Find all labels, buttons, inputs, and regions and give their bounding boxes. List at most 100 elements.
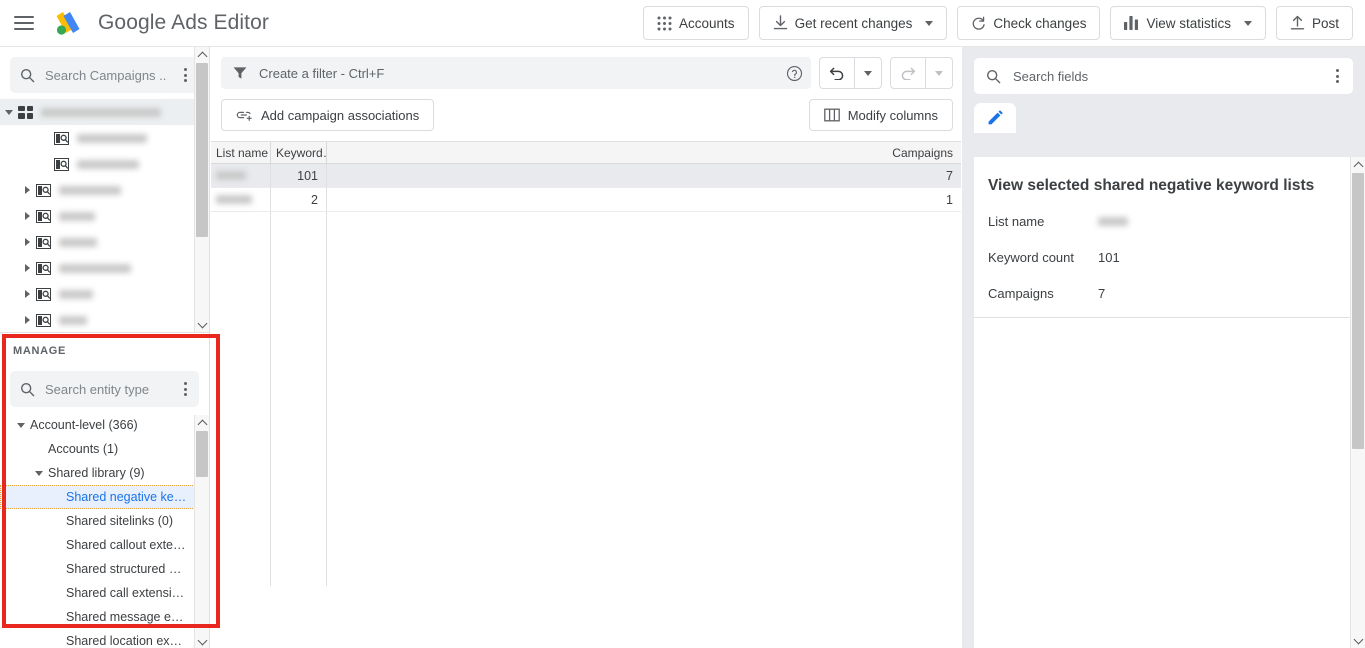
entity-type-label: Shared negative ke…	[66, 490, 187, 504]
tree-item[interactable]	[0, 307, 209, 332]
entity-type-item[interactable]: Shared location ex…	[0, 629, 209, 648]
post-button[interactable]: Post	[1275, 6, 1353, 40]
expand-triangle-icon[interactable]	[18, 212, 36, 220]
cell-campaigns: 1	[946, 192, 953, 207]
campaign-icon-icon	[54, 131, 69, 145]
search-fields-input[interactable]: Search fields	[974, 58, 1353, 94]
expand-triangle-icon[interactable]	[18, 290, 36, 298]
scroll-up-arrow[interactable]	[195, 415, 209, 430]
entity-type-item[interactable]: Shared structured …	[0, 557, 209, 581]
expand-triangle-icon[interactable]	[18, 238, 36, 246]
filter-input[interactable]: Create a filter - Ctrl+F	[221, 57, 811, 89]
campaign-tree-scrollbar[interactable]	[194, 47, 209, 332]
undo-dropdown-arrow[interactable]	[855, 58, 881, 88]
details-scrollbar[interactable]	[1350, 157, 1365, 648]
table-row[interactable]: 21	[211, 188, 961, 212]
table-empty-area	[211, 212, 961, 586]
entity-type-item[interactable]: Shared call extensi…	[0, 581, 209, 605]
entity-type-item[interactable]: Shared sitelinks (0)	[0, 509, 209, 533]
chevron-down-icon[interactable]	[1243, 20, 1252, 26]
manage-scrollbar[interactable]	[194, 415, 209, 648]
column-header-keyword-count[interactable]: Keyword…	[271, 142, 327, 163]
column-header-list-name[interactable]: List name	[211, 142, 271, 163]
table-header: List name Keyword… Campaigns	[211, 142, 961, 164]
expand-triangle-icon[interactable]	[18, 316, 36, 324]
more-vert-icon[interactable]	[177, 382, 193, 396]
more-vert-icon[interactable]	[1329, 69, 1345, 83]
upload-icon	[1290, 15, 1305, 31]
undo-button[interactable]	[819, 57, 882, 89]
apps-grid-icon	[18, 105, 33, 119]
scroll-down-arrow[interactable]	[195, 634, 209, 648]
hamburger-menu-icon[interactable]	[14, 16, 34, 30]
table-body: 101 7 2 1	[211, 164, 961, 586]
search-icon	[986, 69, 1001, 84]
bar-chart-icon	[1124, 16, 1139, 30]
redacted-text	[41, 107, 161, 117]
tree-item[interactable]	[0, 177, 209, 203]
search-icon	[20, 382, 35, 397]
tree-item[interactable]	[0, 203, 209, 229]
scroll-down-arrow[interactable]	[1351, 633, 1365, 648]
redacted-text	[216, 171, 246, 180]
expand-triangle-icon[interactable]	[18, 264, 36, 272]
scroll-up-arrow[interactable]	[1351, 157, 1365, 172]
collapse-triangle-icon[interactable]	[0, 109, 18, 115]
modify-columns-label: Modify columns	[847, 107, 938, 123]
detail-field-value[interactable]: 7	[1098, 286, 1105, 301]
tree-item[interactable]	[0, 151, 209, 177]
view-statistics-button[interactable]: View statistics	[1110, 6, 1266, 40]
scrollbar-thumb[interactable]	[196, 431, 208, 477]
redo-button	[890, 57, 953, 89]
scrollbar-thumb[interactable]	[196, 63, 208, 237]
redacted-text	[59, 211, 95, 221]
detail-field-value[interactable]	[1098, 214, 1128, 229]
search-icon	[20, 68, 35, 83]
tree-item[interactable]	[0, 125, 209, 151]
entity-type-item[interactable]: Shared message e…	[0, 605, 209, 629]
entity-type-label: Shared sitelinks (0)	[66, 514, 173, 528]
entity-type-item[interactable]: Shared callout exte…	[0, 533, 209, 557]
help-circle-icon[interactable]	[786, 65, 803, 82]
redacted-text	[1098, 216, 1128, 226]
tree-root-account[interactable]	[0, 99, 209, 125]
expand-triangle-icon[interactable]	[18, 186, 36, 194]
scroll-up-arrow[interactable]	[195, 47, 209, 62]
cell-keyword-count: 101	[271, 164, 327, 187]
column-header-campaigns[interactable]: Campaigns	[327, 142, 961, 163]
campaign-tree-panel: Search Campaigns ...	[0, 47, 210, 332]
get-recent-changes-button[interactable]: Get recent changes	[758, 6, 948, 40]
tree-item[interactable]	[0, 255, 209, 281]
manage-panel: MANAGE Search entity type Account-level …	[0, 332, 210, 648]
check-changes-button[interactable]: Check changes	[957, 6, 1101, 40]
redo-dropdown-arrow	[926, 58, 952, 88]
tree-item[interactable]	[0, 229, 209, 255]
cell-keyword-count: 2	[271, 188, 327, 211]
entity-type-item[interactable]: Account-level (366)	[0, 413, 209, 437]
chevron-down-icon[interactable]	[925, 20, 934, 26]
entity-type-item[interactable]: Shared library (9)	[0, 461, 209, 485]
tree-item[interactable]	[0, 281, 209, 307]
scrollbar-thumb[interactable]	[1352, 173, 1364, 449]
collapse-triangle-icon[interactable]	[12, 422, 30, 428]
entity-type-item-selected[interactable]: Shared negative ke…	[0, 485, 209, 509]
redacted-text	[77, 133, 147, 143]
detail-field-label: Keyword count	[988, 249, 1074, 265]
entity-type-label: Accounts (1)	[48, 442, 119, 456]
search-campaigns-input[interactable]: Search Campaigns ...	[10, 57, 199, 93]
table-row[interactable]: 101 7	[211, 164, 961, 188]
scroll-down-arrow[interactable]	[195, 317, 209, 332]
accounts-button[interactable]: Accounts	[643, 6, 749, 40]
undo-icon[interactable]	[820, 58, 854, 88]
cell-list-name	[211, 164, 271, 187]
add-campaign-associations-button[interactable]: Add campaign associations	[221, 99, 435, 131]
more-vert-icon[interactable]	[177, 68, 193, 82]
collapse-triangle-icon[interactable]	[30, 470, 48, 476]
modify-columns-button[interactable]: Modify columns	[808, 99, 953, 131]
tab-edit[interactable]	[974, 103, 1016, 133]
adgroup-icon-icon	[36, 235, 51, 249]
detail-field-value[interactable]: 101	[1098, 250, 1120, 265]
search-entity-type-input[interactable]: Search entity type	[10, 371, 199, 407]
entity-type-item[interactable]: Accounts (1)	[0, 437, 209, 461]
detail-field-label: Campaigns	[988, 285, 1054, 301]
